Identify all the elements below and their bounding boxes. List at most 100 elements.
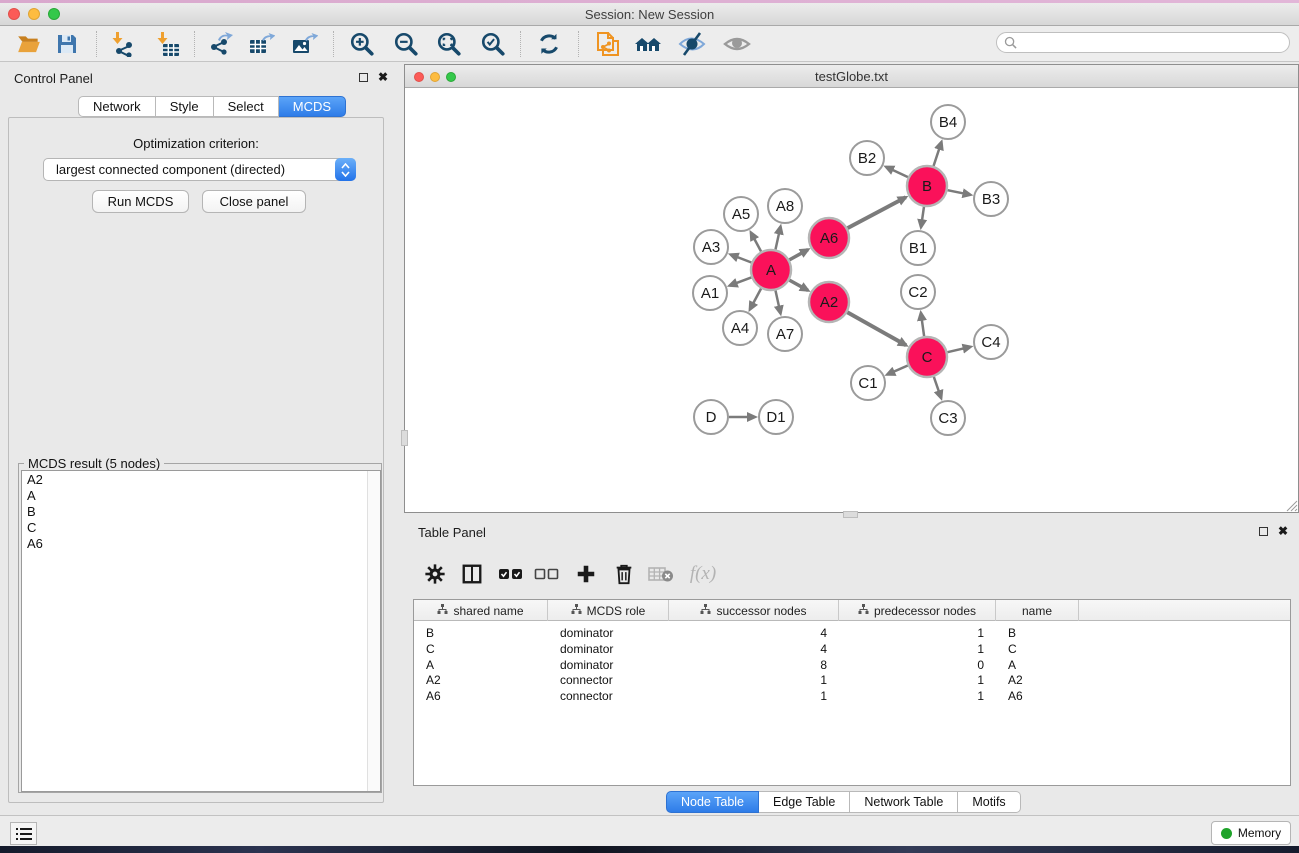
table-cell[interactable]: C [426, 641, 536, 657]
graph-edge-A-A1[interactable] [730, 277, 752, 285]
column-header-successor-nodes[interactable]: successor nodes [669, 600, 839, 621]
tab-node-table[interactable]: Node Table [666, 791, 759, 813]
mcds-result-item[interactable]: B [22, 503, 380, 519]
mcds-result-item[interactable]: C [22, 519, 380, 535]
graph-node-D1[interactable]: D1 [759, 400, 793, 434]
search-input[interactable] [1021, 36, 1271, 50]
graph-edge-A-A5[interactable] [751, 233, 761, 252]
zoom-in-icon[interactable] [348, 30, 376, 58]
table-cell[interactable]: 8 [681, 657, 827, 673]
graph-node-A[interactable]: A [751, 250, 791, 290]
table-cell[interactable]: C [1008, 641, 1067, 657]
table-cell[interactable]: 1 [851, 688, 984, 704]
table-cell[interactable]: A [1008, 657, 1067, 673]
column-header-name[interactable]: name [996, 600, 1079, 621]
table-cell[interactable]: 0 [851, 657, 984, 673]
table-cell[interactable]: 1 [851, 625, 984, 641]
graph-edge-A-A4[interactable] [750, 289, 761, 310]
table-cell[interactable]: 1 [681, 688, 827, 704]
graph-edge-C-C1[interactable] [887, 365, 908, 374]
graph-edge-C-C3[interactable] [934, 377, 941, 398]
clone-network-icon[interactable] [594, 30, 622, 58]
table-cell[interactable]: connector [560, 688, 657, 704]
table-cell[interactable]: 1 [851, 641, 984, 657]
optimization-criterion-dropdown[interactable]: largest connected component (directed) [43, 158, 356, 181]
table-cell[interactable]: B [1008, 625, 1067, 641]
table-cell[interactable]: dominator [560, 625, 657, 641]
delete-row-icon[interactable] [609, 559, 639, 589]
close-window-icon[interactable] [414, 72, 424, 82]
deselect-all-icon[interactable] [532, 559, 562, 589]
column-header-predecessor-nodes[interactable]: predecessor nodes [839, 600, 996, 621]
table-cell[interactable]: dominator [560, 641, 657, 657]
graph-node-A4[interactable]: A4 [723, 311, 757, 345]
graph-edge-A-A6[interactable] [789, 250, 808, 260]
graph-node-B[interactable]: B [907, 166, 947, 206]
function-builder-icon[interactable]: f(x) [688, 559, 718, 589]
table-cell[interactable]: B [426, 625, 536, 641]
graph-node-B4[interactable]: B4 [931, 105, 965, 139]
float-panel-icon[interactable] [1259, 527, 1268, 536]
graph-edge-A6-B[interactable] [848, 197, 906, 228]
tab-style[interactable]: Style [156, 96, 214, 117]
memory-button[interactable]: Memory [1211, 821, 1291, 845]
zoom-selected-icon[interactable] [479, 30, 507, 58]
tab-network-table[interactable]: Network Table [850, 791, 958, 813]
network-view-window[interactable]: testGlobe.txt B4B2BB3A8A5A6A3B1AA1C2A2A4… [404, 64, 1299, 513]
refresh-layout-icon[interactable] [535, 30, 563, 58]
maximize-window-icon[interactable] [446, 72, 456, 82]
close-panel-icon[interactable]: ✖ [378, 73, 388, 82]
table-cell[interactable]: dominator [560, 657, 657, 673]
table-settings-icon[interactable] [420, 559, 450, 589]
import-table-icon[interactable] [153, 30, 181, 58]
graph-edge-B-B1[interactable] [921, 207, 924, 227]
open-file-icon[interactable] [15, 30, 43, 58]
table-cell[interactable]: 4 [681, 641, 827, 657]
graph-edge-A-A2[interactable] [789, 280, 808, 290]
table-cell[interactable]: 4 [681, 625, 827, 641]
show-all-icon[interactable] [723, 30, 751, 58]
column-header-MCDS-role[interactable]: MCDS role [548, 600, 669, 621]
table-cell[interactable]: 1 [681, 672, 827, 688]
table-cell[interactable]: A2 [426, 672, 536, 688]
graph-node-A2[interactable]: A2 [809, 282, 849, 322]
network-window-titlebar[interactable]: testGlobe.txt [405, 65, 1298, 88]
delete-table-icon[interactable] [646, 559, 676, 589]
graph-edge-A-A8[interactable] [775, 227, 780, 250]
column-header-shared-name[interactable]: shared name [414, 600, 548, 621]
zoom-fit-icon[interactable] [435, 30, 463, 58]
graph-node-B1[interactable]: B1 [901, 231, 935, 265]
graph-node-A8[interactable]: A8 [768, 189, 802, 223]
run-mcds-button[interactable]: Run MCDS [92, 190, 189, 213]
mcds-result-item[interactable]: A2 [22, 471, 380, 487]
zoom-out-icon[interactable] [392, 30, 420, 58]
graph-node-A3[interactable]: A3 [694, 230, 728, 264]
mcds-result-item[interactable]: A6 [22, 535, 380, 551]
export-network-icon[interactable] [206, 30, 234, 58]
graph-edge-A2-C[interactable] [847, 312, 906, 345]
mcds-result-list[interactable]: A2ABCA6 [21, 470, 381, 792]
graph-edge-B-B4[interactable] [934, 142, 942, 166]
table-cell[interactable]: A6 [426, 688, 536, 704]
network-graph[interactable]: B4B2BB3A8A5A6A3B1AA1C2A2A4A7C4CC1DD1C3 [406, 89, 1297, 512]
float-panel-icon[interactable] [359, 73, 368, 82]
graph-edge-C-C4[interactable] [947, 347, 970, 352]
table-cell[interactable]: A6 [1008, 688, 1067, 704]
resize-corner-icon[interactable] [1285, 499, 1298, 512]
mcds-result-item[interactable]: A [22, 487, 380, 503]
table-cell[interactable]: 1 [851, 672, 984, 688]
graph-node-C2[interactable]: C2 [901, 275, 935, 309]
tab-mcds[interactable]: MCDS [279, 96, 346, 117]
first-neighbors-icon[interactable] [634, 30, 662, 58]
graph-node-C[interactable]: C [907, 337, 947, 377]
minimize-window-icon[interactable] [430, 72, 440, 82]
scrollbar-track[interactable] [367, 471, 380, 791]
graph-edge-C-C2[interactable] [921, 313, 924, 336]
tab-motifs[interactable]: Motifs [958, 791, 1020, 813]
table-cell[interactable]: A2 [1008, 672, 1067, 688]
graph-node-B3[interactable]: B3 [974, 182, 1008, 216]
tab-network[interactable]: Network [78, 96, 156, 117]
show-column-icon[interactable] [457, 559, 487, 589]
tab-select[interactable]: Select [214, 96, 279, 117]
import-network-icon[interactable] [108, 30, 136, 58]
